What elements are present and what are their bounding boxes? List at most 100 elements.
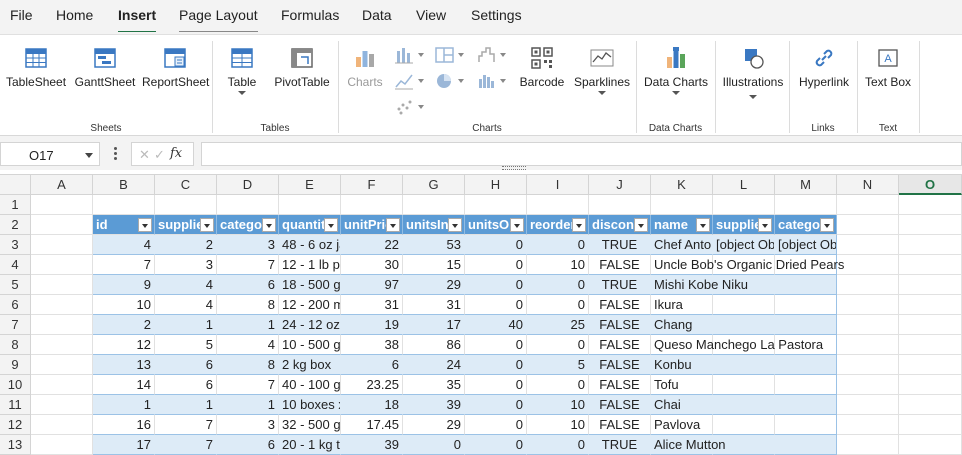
table-cell[interactable]: 20 - 1 kg tins (279, 435, 341, 455)
table-cell[interactable]: FALSE (589, 395, 651, 415)
column-header-m[interactable]: M (775, 175, 837, 195)
table-cell[interactable]: 7 (93, 255, 155, 275)
table-cell[interactable]: 2 (155, 235, 217, 255)
grid-cell[interactable] (837, 235, 899, 255)
table-cell[interactable]: 1 (217, 395, 279, 415)
table-cell[interactable]: 38 (341, 335, 403, 355)
table-cell[interactable]: Konbu (651, 355, 713, 375)
table-header-cell[interactable]: unitPrice (341, 215, 403, 235)
table-cell[interactable]: 5 (155, 335, 217, 355)
table-cell[interactable]: 15 (403, 255, 465, 275)
table-cell[interactable] (775, 375, 837, 395)
table-cell[interactable]: 10 (527, 415, 589, 435)
cancel-icon[interactable]: ✕ (139, 147, 150, 163)
table-cell[interactable]: 2 (93, 315, 155, 335)
table-header-cell[interactable]: unitsInStock (403, 215, 465, 235)
select-all-corner[interactable] (0, 175, 31, 195)
table-cell[interactable]: 8 (217, 295, 279, 315)
table-cell[interactable]: 14 (93, 375, 155, 395)
filter-dropdown-icon[interactable] (138, 218, 152, 232)
grid-cell[interactable] (403, 195, 465, 215)
table-cell[interactable]: 7 (155, 415, 217, 435)
table-cell[interactable]: 17 (93, 435, 155, 455)
table-cell[interactable]: 25 (527, 315, 589, 335)
table-cell[interactable]: 12 - 200 ml jars (279, 295, 341, 315)
table-cell[interactable]: 0 (527, 235, 589, 255)
grid-cell[interactable] (31, 435, 93, 455)
table-header-cell[interactable]: reorderLevel (527, 215, 589, 235)
column-header-f[interactable]: F (341, 175, 403, 195)
table-cell[interactable]: 10 boxes x 20 bags (279, 395, 341, 415)
tab-insert[interactable]: Insert (118, 7, 157, 34)
table-cell[interactable]: 4 (93, 235, 155, 255)
table-cell[interactable]: 0 (465, 435, 527, 455)
table-cell[interactable]: 29 (403, 415, 465, 435)
grid-cell[interactable] (899, 375, 962, 395)
column-header-j[interactable]: J (589, 175, 651, 195)
barcode-button[interactable]: Barcode (518, 45, 566, 89)
table-cell[interactable]: 0 (527, 275, 589, 295)
tab-page-layout[interactable]: Page Layout (179, 7, 258, 32)
table-header-cell[interactable]: name (651, 215, 713, 235)
table-cell[interactable]: 9 (93, 275, 155, 295)
grid-cell[interactable] (837, 415, 899, 435)
table-cell[interactable]: 30 (341, 255, 403, 275)
filter-dropdown-icon[interactable] (572, 218, 586, 232)
grid-cell[interactable] (899, 255, 962, 275)
column-header-n[interactable]: N (837, 175, 899, 195)
grid-cell[interactable] (899, 215, 962, 235)
table-cell[interactable] (775, 275, 837, 295)
table-cell[interactable] (713, 375, 775, 395)
table-cell[interactable] (775, 435, 837, 455)
filter-dropdown-icon[interactable] (758, 218, 772, 232)
table-cell[interactable]: Mishi Kobe Niku (651, 275, 748, 295)
charts-button[interactable]: Charts (344, 45, 386, 89)
table-cell[interactable]: Ikura (651, 295, 713, 315)
column-header-h[interactable]: H (465, 175, 527, 195)
table-cell[interactable]: 0 (403, 435, 465, 455)
grid-cell[interactable] (31, 375, 93, 395)
table-header-cell[interactable]: id (93, 215, 155, 235)
table-cell[interactable]: 12 (93, 335, 155, 355)
table-cell[interactable] (713, 415, 775, 435)
table-cell[interactable]: 39 (341, 435, 403, 455)
enter-icon[interactable]: ✓ (154, 147, 165, 163)
table-header-cell[interactable]: unitsOnOrder (465, 215, 527, 235)
grid-cell[interactable] (837, 255, 899, 275)
row-header-7[interactable]: 7 (0, 315, 31, 335)
table-cell[interactable]: 0 (527, 375, 589, 395)
grid-cell[interactable] (651, 195, 713, 215)
table-cell[interactable]: 6 (217, 435, 279, 455)
spreadsheet-grid[interactable]: A B C D E F G H I J K L M N O 1 2 3 4 5 6 7 8 9 10 11 12 13 id suppli… (0, 174, 962, 455)
statistic-chart-button[interactable] (476, 71, 506, 91)
table-cell[interactable]: 0 (465, 295, 527, 315)
grid-cell[interactable] (899, 395, 962, 415)
insert-function-button[interactable]: fx (170, 146, 182, 161)
column-header-e[interactable]: E (279, 175, 341, 195)
table-cell[interactable] (713, 355, 775, 375)
grid-cell[interactable] (465, 195, 527, 215)
table-cell[interactable]: 48 - 6 oz jars (279, 235, 341, 255)
table-cell[interactable]: 0 (465, 355, 527, 375)
table-cell[interactable]: 4 (217, 335, 279, 355)
grid-cell[interactable] (31, 255, 93, 275)
row-header-9[interactable]: 9 (0, 355, 31, 375)
table-cell[interactable]: 19 (341, 315, 403, 335)
table-cell[interactable]: 22 (341, 235, 403, 255)
table-cell[interactable]: 0 (527, 435, 589, 455)
tab-file[interactable]: File (10, 7, 33, 23)
table-cell[interactable]: TRUE (589, 435, 651, 455)
filter-dropdown-icon[interactable] (262, 218, 276, 232)
table-cell[interactable]: 40 - 100 g pkgs. (279, 375, 341, 395)
table-cell[interactable]: 2 kg box (279, 355, 341, 375)
table-header-cell[interactable]: supplierId (155, 215, 217, 235)
table-cell[interactable]: FALSE (589, 295, 651, 315)
tablesheet-button[interactable]: TableSheet (6, 45, 66, 89)
grid-cell[interactable] (31, 215, 93, 235)
column-header-k[interactable]: K (651, 175, 713, 195)
table-header-cell[interactable]: category (775, 215, 837, 235)
table-cell[interactable]: 16 (93, 415, 155, 435)
filter-dropdown-icon[interactable] (200, 218, 214, 232)
table-cell[interactable]: 0 (465, 275, 527, 295)
table-cell[interactable]: 7 (155, 435, 217, 455)
